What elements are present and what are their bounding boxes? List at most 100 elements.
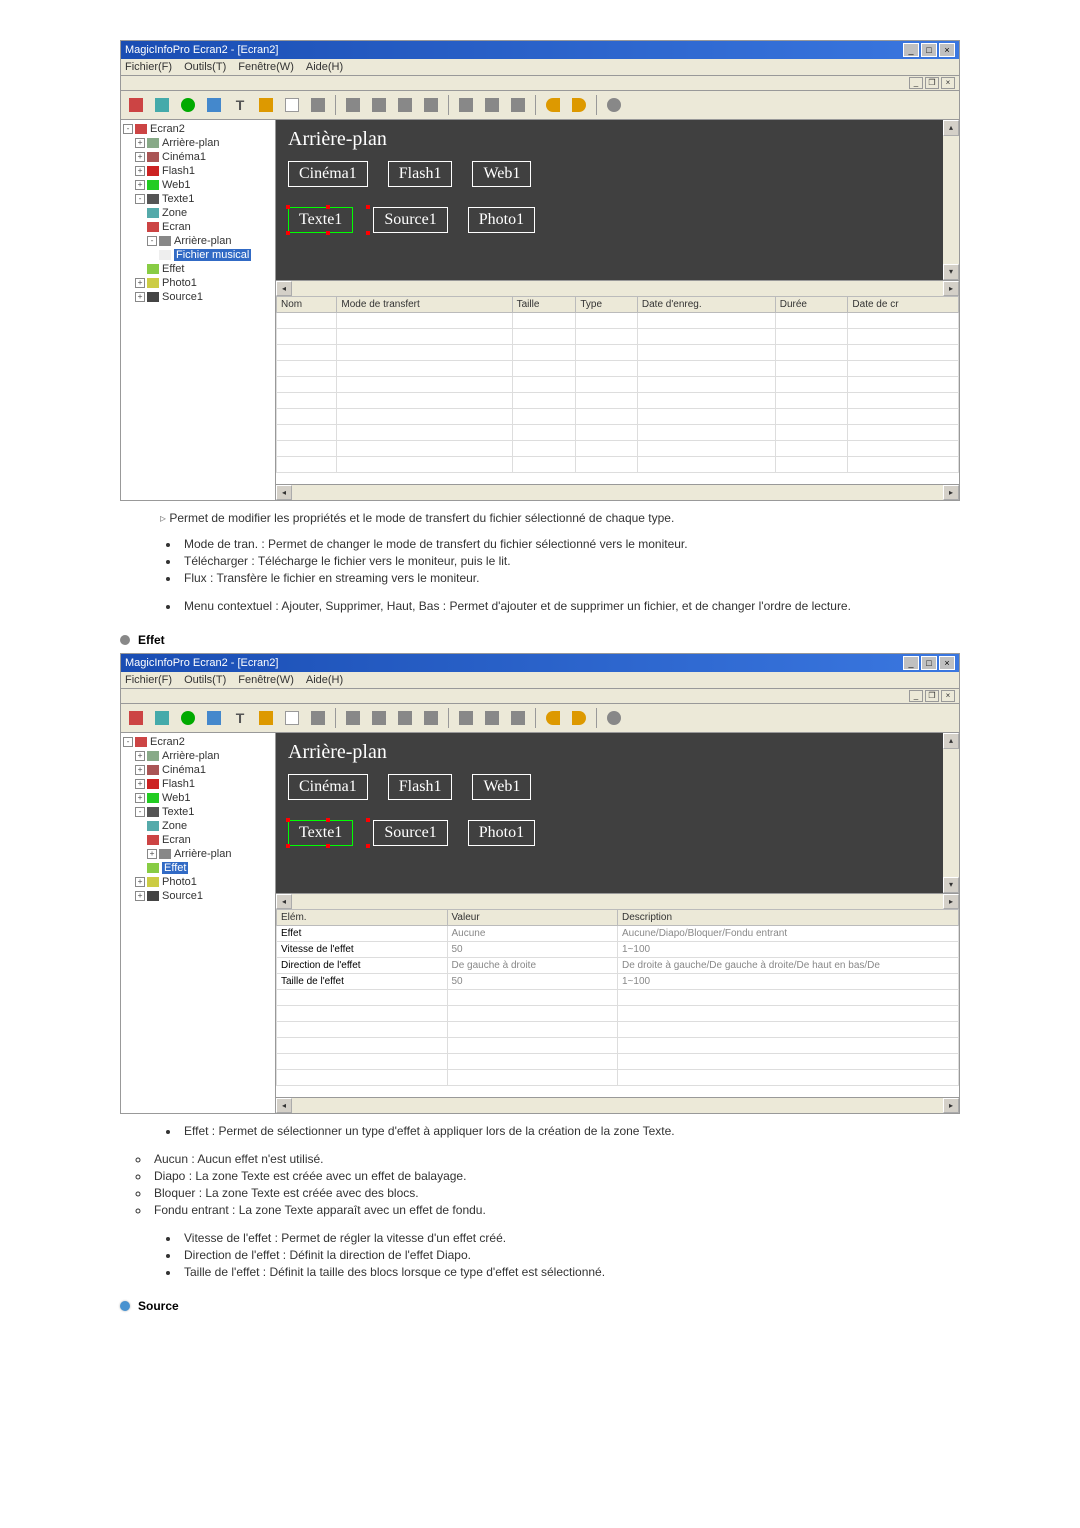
tool-icon[interactable] <box>151 707 173 729</box>
canvas-box[interactable]: Flash1 <box>388 161 453 187</box>
tool-icon[interactable] <box>255 94 277 116</box>
expand-icon[interactable]: + <box>135 877 145 887</box>
col-nom[interactable]: Nom <box>277 297 337 313</box>
tree-item[interactable]: +Cinéma1 <box>123 763 273 777</box>
expand-icon[interactable]: + <box>135 751 145 761</box>
menu-help[interactable]: Aide(H) <box>306 674 343 686</box>
cell-val[interactable]: 50 <box>447 942 618 958</box>
tool-icon[interactable] <box>507 707 529 729</box>
undo-icon[interactable] <box>542 94 564 116</box>
scroll-left-icon[interactable]: ◂ <box>276 281 292 296</box>
table-row[interactable] <box>277 1054 959 1070</box>
tree-item-selected[interactable]: Fichier musical <box>123 248 273 262</box>
tool-icon[interactable] <box>125 707 147 729</box>
tool-icon[interactable] <box>368 94 390 116</box>
tool-icon[interactable] <box>125 94 147 116</box>
text-tool-icon[interactable]: T <box>229 94 251 116</box>
tool-icon[interactable] <box>203 707 225 729</box>
tree-item[interactable]: -Arrière-plan <box>123 234 273 248</box>
vertical-scrollbar[interactable]: ▴ ▾ <box>943 120 959 280</box>
scroll-right-icon[interactable]: ▸ <box>943 281 959 296</box>
mdi-minimize[interactable]: _ <box>909 77 923 89</box>
scroll-right-icon[interactable]: ▸ <box>943 1098 959 1113</box>
close-button[interactable]: × <box>939 656 955 670</box>
cell-val[interactable]: De gauche à droite <box>447 958 618 974</box>
table-row[interactable] <box>277 345 959 361</box>
maximize-button[interactable]: □ <box>921 656 937 670</box>
expand-icon[interactable]: + <box>135 152 145 162</box>
col-mode[interactable]: Mode de transfert <box>337 297 512 313</box>
col-taille[interactable]: Taille <box>512 297 576 313</box>
canvas-box-selected[interactable]: Texte1 <box>288 207 353 233</box>
canvas-box[interactable]: Photo1 <box>468 820 535 846</box>
expand-icon[interactable]: + <box>135 180 145 190</box>
tree-item[interactable]: -Texte1 <box>123 192 273 206</box>
table-row[interactable] <box>277 425 959 441</box>
collapse-icon[interactable]: - <box>135 807 145 817</box>
tool-icon[interactable] <box>394 707 416 729</box>
canvas-box[interactable]: Web1 <box>472 161 531 187</box>
scroll-right-icon[interactable]: ▸ <box>943 485 959 500</box>
tree-item[interactable]: -Texte1 <box>123 805 273 819</box>
expand-icon[interactable]: + <box>135 166 145 176</box>
scroll-left-icon[interactable]: ◂ <box>276 894 292 909</box>
table-row[interactable] <box>277 1022 959 1038</box>
horizontal-scrollbar[interactable]: ◂ ▸ <box>276 280 959 296</box>
table-row[interactable] <box>277 1070 959 1086</box>
tool-icon[interactable] <box>255 707 277 729</box>
table-row[interactable] <box>277 990 959 1006</box>
tool-icon[interactable] <box>455 707 477 729</box>
collapse-icon[interactable]: - <box>147 236 157 246</box>
canvas-box[interactable]: Source1 <box>373 820 447 846</box>
col-desc[interactable]: Description <box>618 910 959 926</box>
canvas-box[interactable]: Flash1 <box>388 774 453 800</box>
tree-item[interactable]: +Flash1 <box>123 164 273 178</box>
col-datecr[interactable]: Date de cr <box>848 297 959 313</box>
col-duree[interactable]: Durée <box>775 297 848 313</box>
menu-window[interactable]: Fenêtre(W) <box>238 674 294 686</box>
scroll-up-icon[interactable]: ▴ <box>943 733 959 749</box>
tool-icon[interactable] <box>177 94 199 116</box>
table-row[interactable] <box>277 361 959 377</box>
menu-window[interactable]: Fenêtre(W) <box>238 61 294 73</box>
tree-item[interactable]: +Source1 <box>123 889 273 903</box>
tool-icon[interactable] <box>507 94 529 116</box>
tree-item[interactable]: Ecran <box>123 220 273 234</box>
canvas-box-selected[interactable]: Texte1 <box>288 820 353 846</box>
redo-icon[interactable] <box>568 94 590 116</box>
tool-icon[interactable] <box>281 94 303 116</box>
table-row[interactable]: Vitesse de l'effet 50 1~100 <box>277 942 959 958</box>
tree-root[interactable]: -Ecran2 <box>123 735 273 749</box>
canvas-box[interactable]: Cinéma1 <box>288 161 368 187</box>
canvas-box[interactable]: Cinéma1 <box>288 774 368 800</box>
expand-icon[interactable]: + <box>147 849 157 859</box>
tool-icon[interactable] <box>603 707 625 729</box>
tool-icon[interactable] <box>342 94 364 116</box>
text-tool-icon[interactable]: T <box>229 707 251 729</box>
mdi-minimize[interactable]: _ <box>909 690 923 702</box>
expand-icon[interactable]: + <box>135 891 145 901</box>
vertical-scrollbar[interactable]: ▴ ▾ <box>943 733 959 893</box>
tree-item[interactable]: +Web1 <box>123 791 273 805</box>
redo-icon[interactable] <box>568 707 590 729</box>
col-date[interactable]: Date d'enreg. <box>637 297 775 313</box>
tool-icon[interactable] <box>307 707 329 729</box>
canvas[interactable]: Arrière-plan Cinéma1 Flash1 Web1 Texte1 … <box>276 120 943 280</box>
scroll-up-icon[interactable]: ▴ <box>943 120 959 136</box>
cell-val[interactable]: Aucune <box>447 926 618 942</box>
menu-file[interactable]: Fichier(F) <box>125 674 172 686</box>
canvas-box[interactable]: Web1 <box>472 774 531 800</box>
tool-icon[interactable] <box>420 94 442 116</box>
tool-icon[interactable] <box>151 94 173 116</box>
tree-item[interactable]: +Photo1 <box>123 875 273 889</box>
undo-icon[interactable] <box>542 707 564 729</box>
tree-item[interactable]: +Cinéma1 <box>123 150 273 164</box>
canvas-box[interactable]: Photo1 <box>468 207 535 233</box>
mdi-close[interactable]: × <box>941 690 955 702</box>
canvas[interactable]: Arrière-plan Cinéma1 Flash1 Web1 Texte1 … <box>276 733 943 893</box>
menu-file[interactable]: Fichier(F) <box>125 61 172 73</box>
tool-icon[interactable] <box>420 707 442 729</box>
menu-tools[interactable]: Outils(T) <box>184 61 226 73</box>
table-row[interactable]: Direction de l'effet De gauche à droite … <box>277 958 959 974</box>
table-row[interactable] <box>277 1038 959 1054</box>
